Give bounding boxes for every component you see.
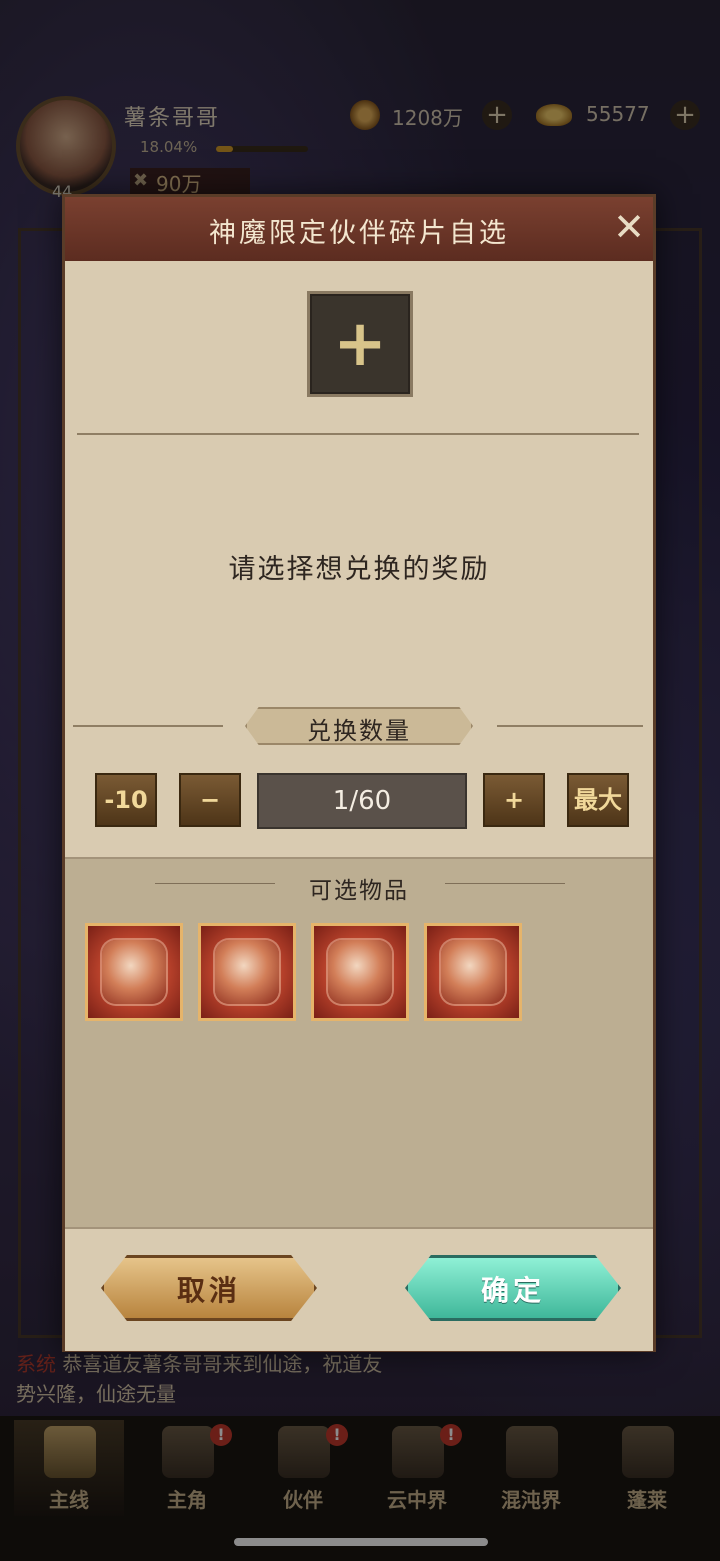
dialog-title: 神魔限定伙伴碎片自选 <box>209 218 509 249</box>
companion-shard-item[interactable] <box>424 923 522 1021</box>
companion-shard-item[interactable] <box>198 923 296 1021</box>
companion-shard-item[interactable] <box>311 923 409 1021</box>
selected-reward-slot[interactable]: + <box>307 291 413 397</box>
quantity-display: 1/60 <box>257 773 467 829</box>
selectable-items-area <box>65 857 653 1227</box>
puzzle-piece-icon <box>328 940 392 1004</box>
max-button[interactable]: 最大 <box>567 773 629 827</box>
close-icon[interactable]: ✕ <box>609 207 649 247</box>
items-title: 可选物品 <box>309 878 409 904</box>
confirm-button-label: 确定 <box>480 1274 545 1307</box>
plus-icon: + <box>333 307 387 381</box>
divider <box>77 433 639 435</box>
minus-button[interactable]: − <box>179 773 241 827</box>
divider <box>497 725 643 727</box>
puzzle-piece-icon <box>441 940 505 1004</box>
divider <box>73 725 223 727</box>
puzzle-piece-icon <box>102 940 166 1004</box>
puzzle-piece-icon <box>215 940 279 1004</box>
select-prompt: 请选择想兑换的奖励 <box>228 554 490 585</box>
quantity-label: 兑换数量 <box>307 717 411 745</box>
minus-10-button[interactable]: -10 <box>95 773 157 827</box>
cancel-button-label: 取消 <box>176 1274 241 1307</box>
companion-shard-item[interactable] <box>85 923 183 1021</box>
shard-select-dialog: 神魔限定伙伴碎片自选 ✕ + 请选择想兑换的奖励 兑换数量 -10 − 1/60… <box>62 194 656 1352</box>
plus-button[interactable]: + <box>483 773 545 827</box>
